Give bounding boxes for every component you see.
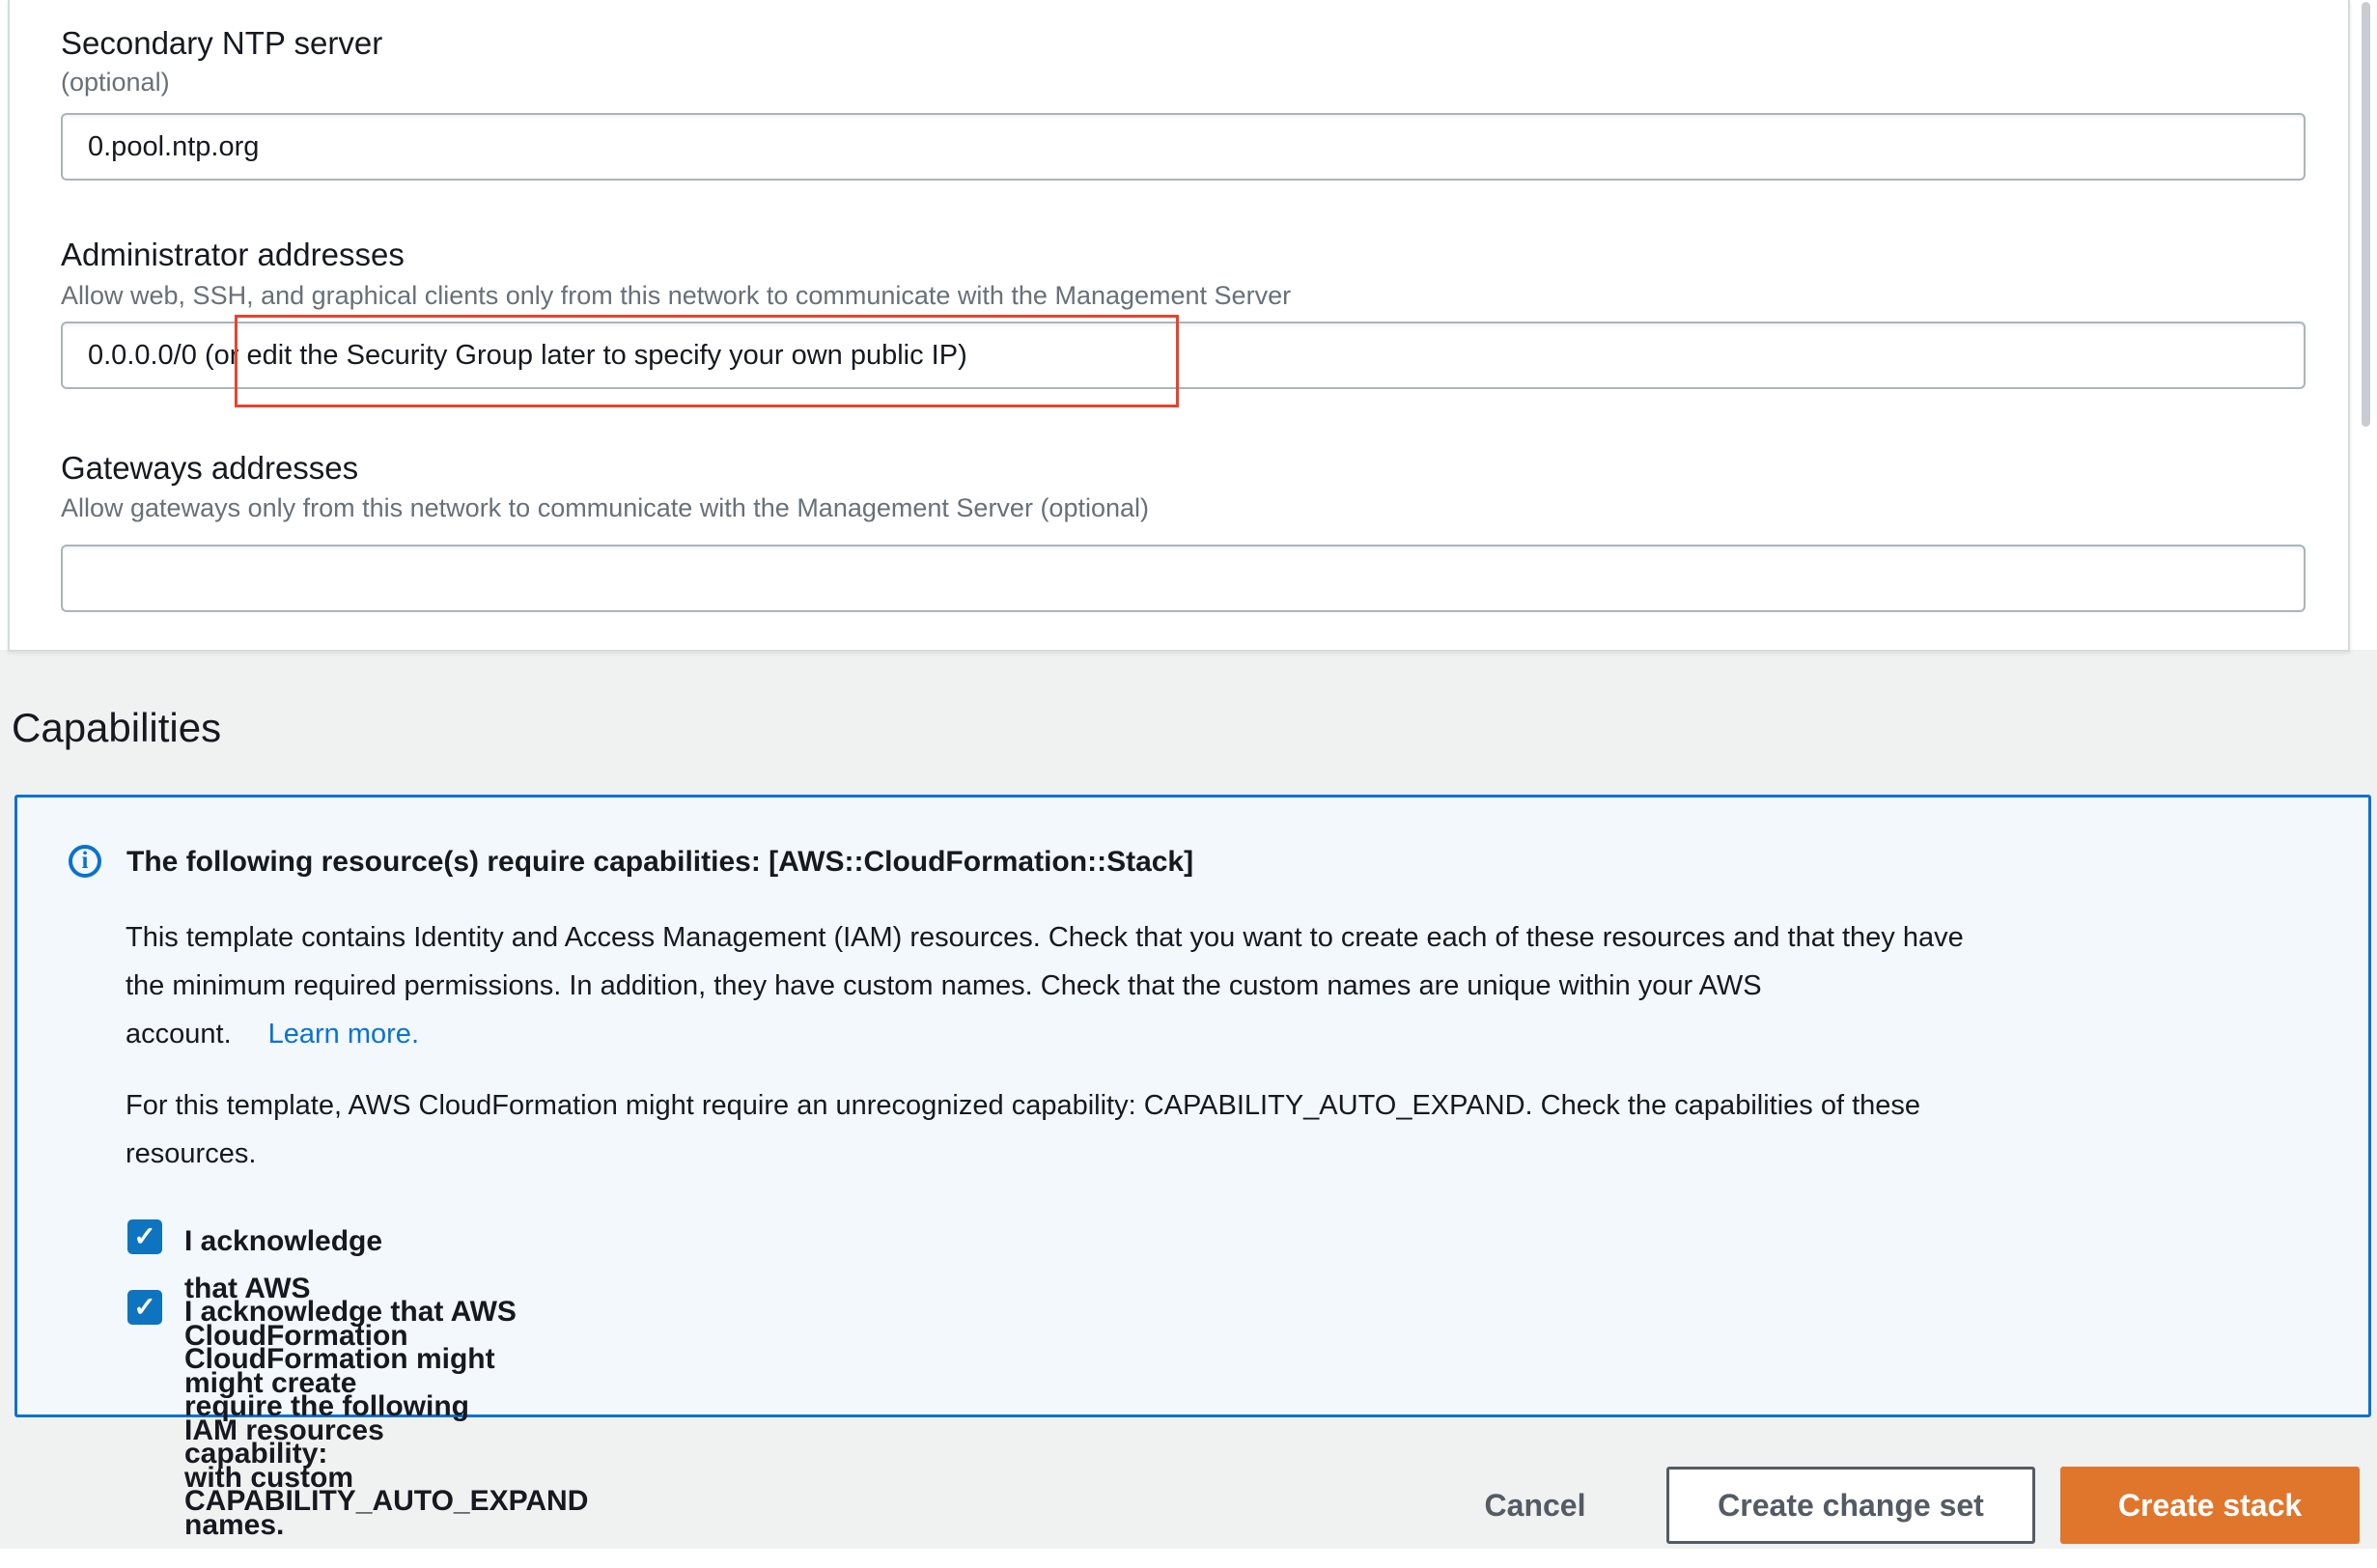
secondary-ntp-input[interactable] (61, 113, 2306, 181)
cancel-button[interactable]: Cancel (1464, 1467, 1607, 1544)
administrator-addresses-value-hint: (or edit the Security Group later to spe… (205, 340, 967, 372)
acknowledge-iam-checkbox[interactable] (127, 1219, 162, 1254)
acknowledge-auto-expand-label[interactable]: I acknowledge that AWS CloudFormation mi… (184, 1288, 588, 1525)
administrator-addresses-description: Allow web, SSH, and graphical clients on… (61, 281, 1291, 311)
gateways-addresses-description: Allow gateways only from this network to… (61, 493, 1149, 523)
info-icon (69, 845, 101, 878)
gateways-addresses-input[interactable] (61, 545, 2306, 612)
administrator-addresses-label: Administrator addresses (61, 237, 405, 273)
alert-paragraph-auto-expand: For this template, AWS CloudFormation mi… (126, 1081, 1920, 1178)
create-change-set-button[interactable]: Create change set (1666, 1467, 2035, 1544)
administrator-addresses-value-ip: 0.0.0.0/0 (88, 340, 205, 372)
learn-more-link[interactable]: Learn more. (268, 1019, 419, 1050)
alert-title: The following resource(s) require capabi… (126, 846, 1193, 879)
bottom-strip (0, 1549, 2377, 1568)
administrator-addresses-input[interactable]: 0.0.0.0/0 (or edit the Security Group la… (61, 322, 2306, 389)
alert-paragraph-iam: This template contains Identity and Acce… (126, 913, 1964, 1058)
stack-parameters-card: Secondary NTP server (optional) Administ… (8, 0, 2350, 652)
secondary-ntp-label: Secondary NTP server (61, 25, 382, 62)
alert-paragraph-auto-expand-text: For this template, AWS CloudFormation mi… (126, 1090, 1920, 1169)
capabilities-info-alert: The following resource(s) require capabi… (14, 795, 2371, 1417)
scrollbar-thumb[interactable] (2362, 2, 2370, 427)
gateways-addresses-label: Gateways addresses (61, 450, 358, 487)
secondary-ntp-optional-note: (optional) (61, 68, 170, 98)
capabilities-heading: Capabilities (12, 705, 221, 751)
create-stack-button[interactable]: Create stack (2060, 1467, 2360, 1544)
cloudformation-create-stack-page: Secondary NTP server (optional) Administ… (0, 0, 2377, 1568)
acknowledge-auto-expand-checkbox[interactable] (127, 1290, 162, 1325)
